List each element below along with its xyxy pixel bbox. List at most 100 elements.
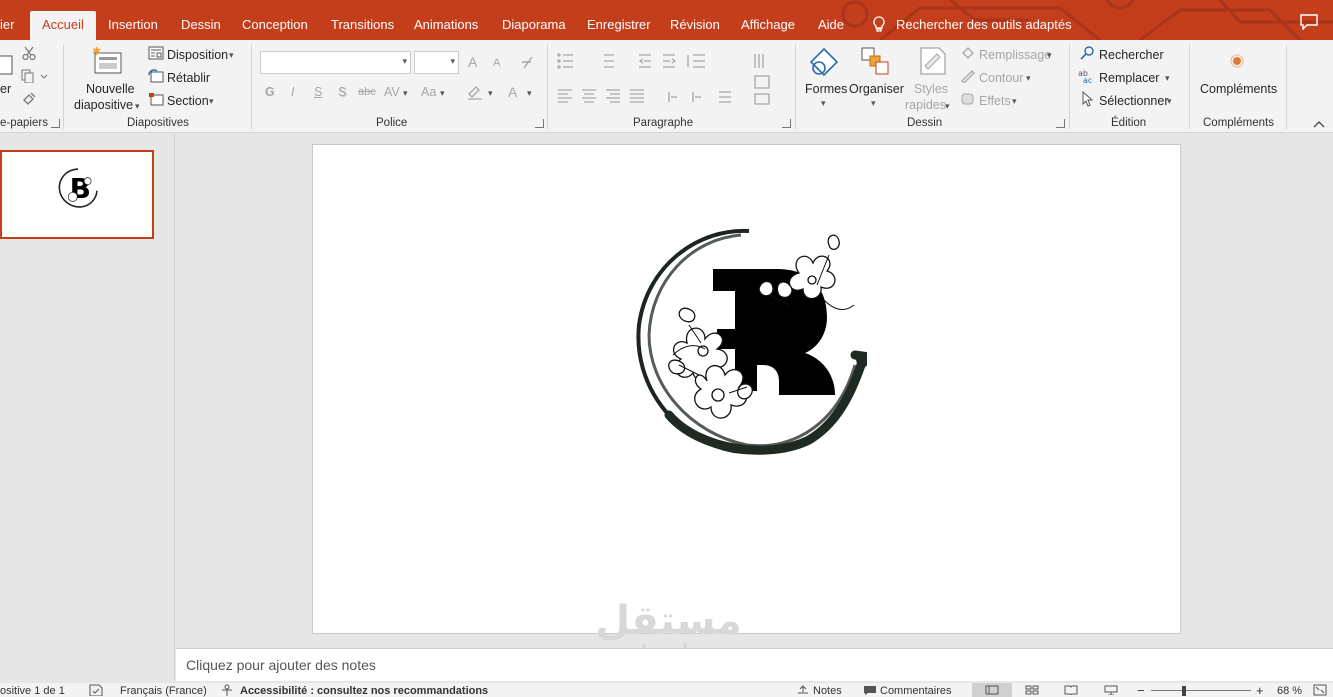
font-size-select[interactable]: ▾ (414, 51, 459, 74)
fit-to-window-icon[interactable] (1313, 684, 1327, 696)
separator (795, 45, 796, 129)
separator (547, 45, 548, 129)
tab-diaporama[interactable]: Diaporama (502, 11, 566, 40)
tab-dessin[interactable]: Dessin (181, 11, 221, 40)
group-drawing-label: Dessin (907, 117, 943, 129)
find-button[interactable]: Rechercher (1099, 48, 1164, 62)
chevron-down-icon: ▾ (527, 88, 532, 98)
char-spacing-button[interactable]: AV (384, 85, 400, 99)
tab-insertion[interactable]: Insertion (108, 11, 158, 40)
bold-button[interactable]: G (265, 85, 275, 99)
grow-font-button[interactable]: A (468, 54, 477, 70)
comments-button[interactable]: Commentaires (880, 685, 952, 697)
cut-icon[interactable] (22, 46, 36, 60)
italic-button[interactable]: I (291, 85, 294, 99)
slide-canvas[interactable] (312, 144, 1181, 634)
reset-button[interactable]: Rétablir (167, 71, 210, 85)
zoom-slider-thumb[interactable] (1182, 686, 1186, 696)
drawing-launcher[interactable] (1056, 119, 1065, 128)
zoom-out-button[interactable]: − (1137, 683, 1145, 697)
accessibility-button[interactable]: Accessibilité : consultez nos recommanda… (240, 685, 488, 697)
slide-sorter-icon[interactable] (1025, 685, 1039, 695)
reset-icon (148, 69, 164, 83)
slide-thumbnail-1[interactable]: B (0, 150, 154, 239)
normal-view-icon (985, 685, 999, 695)
shape-effects-button[interactable]: Effets (979, 94, 1011, 108)
arrange-button[interactable]: Organiser (849, 82, 904, 96)
tab-fichier[interactable]: ier (0, 11, 14, 40)
zoom-slider[interactable] (1151, 690, 1251, 691)
search-tools[interactable]: Rechercher des outils adaptés (872, 11, 1072, 39)
logo-thumbnail: B (58, 168, 98, 208)
chevron-down-icon: ▾ (488, 88, 493, 98)
addins-button[interactable]: Compléments (1200, 82, 1277, 96)
collapse-ribbon-icon[interactable] (1313, 120, 1325, 128)
quick-styles-icon[interactable] (915, 46, 947, 78)
new-slide-label-1[interactable]: Nouvelle (86, 82, 135, 96)
shapes-button[interactable]: Formes (805, 82, 847, 96)
zoom-in-button[interactable]: + (1256, 683, 1264, 697)
comments-icon[interactable] (1300, 14, 1318, 30)
tab-transitions[interactable]: Transitions (331, 11, 394, 40)
quick-styles-label-1[interactable]: Styles (914, 82, 948, 96)
select-button[interactable]: Sélectionner (1099, 94, 1169, 108)
slide-thumbnail-pane: B (0, 134, 175, 680)
clear-format-icon[interactable] (520, 54, 536, 70)
layout-button[interactable]: Disposition (167, 48, 228, 62)
chevron-down-icon: ▾ (821, 98, 826, 108)
notes-pane[interactable]: Cliquez pour ajouter des notes (176, 648, 1333, 681)
arrange-icon[interactable] (860, 46, 890, 76)
slideshow-icon[interactable] (1104, 685, 1118, 695)
paste-icon[interactable] (0, 54, 14, 76)
tab-affichage[interactable]: Affichage (741, 11, 795, 40)
comment-icon (864, 686, 876, 695)
new-slide-icon[interactable]: ✱ (92, 46, 124, 78)
tab-aide[interactable]: Aide (818, 11, 844, 40)
tab-conception[interactable]: Conception (242, 11, 308, 40)
tab-revision[interactable]: Révision (670, 11, 720, 40)
layout-icon (148, 46, 164, 60)
strikethrough-button[interactable]: abc (358, 86, 376, 98)
paragraph-icons[interactable] (557, 52, 787, 112)
spelling-check-icon[interactable] (89, 684, 103, 696)
addins-icon[interactable] (1229, 53, 1245, 69)
shape-fill-button[interactable]: Remplissage (979, 48, 1051, 62)
highlighter-icon[interactable] (466, 84, 484, 100)
chevron-down-icon: ▾ (1047, 50, 1052, 60)
chevron-down-icon: ▾ (871, 98, 876, 108)
copy-icon[interactable] (21, 69, 49, 83)
tab-accueil[interactable]: Accueil (30, 11, 96, 40)
shrink-font-button[interactable]: A (493, 57, 500, 69)
logo-image[interactable] (629, 225, 867, 460)
clipboard-launcher[interactable] (51, 119, 60, 128)
font-launcher[interactable] (535, 119, 544, 128)
group-addins-label: Compléments (1203, 117, 1274, 129)
chevron-down-icon: ▾ (403, 88, 408, 98)
format-painter-icon[interactable] (22, 91, 38, 105)
notes-placeholder: Cliquez pour ajouter des notes (186, 657, 376, 673)
font-family-select[interactable]: ▾ (260, 51, 411, 74)
group-slides-label: Diapositives (127, 117, 189, 129)
paragraph-launcher[interactable] (782, 119, 791, 128)
language-indicator[interactable]: Français (France) (120, 685, 207, 697)
chevron-down-icon: ▾ (229, 50, 234, 60)
section-icon (149, 93, 164, 106)
quick-styles-label-2[interactable]: rapides (905, 98, 946, 112)
tab-enregistrer[interactable]: Enregistrer (587, 11, 651, 40)
underline-button[interactable]: S (314, 85, 322, 99)
change-case-button[interactable]: Aa (421, 85, 436, 99)
shapes-icon[interactable] (808, 46, 840, 78)
notes-toggle-button[interactable]: Notes (813, 685, 842, 697)
font-color-button[interactable]: A (508, 84, 517, 100)
new-slide-label-2[interactable]: diapositive (74, 98, 133, 112)
lightbulb-icon (873, 16, 885, 32)
section-button[interactable]: Section (167, 94, 209, 108)
reading-view-icon[interactable] (1064, 685, 1078, 695)
zoom-level[interactable]: 68 % (1277, 685, 1302, 697)
replace-button[interactable]: Remplacer (1099, 71, 1159, 85)
shape-outline-button[interactable]: Contour (979, 71, 1023, 85)
svg-text:✱: ✱ (92, 46, 101, 58)
tab-animations[interactable]: Animations (414, 11, 478, 40)
chevron-down-icon: ▾ (440, 88, 445, 98)
shadow-button[interactable]: S (338, 85, 346, 99)
